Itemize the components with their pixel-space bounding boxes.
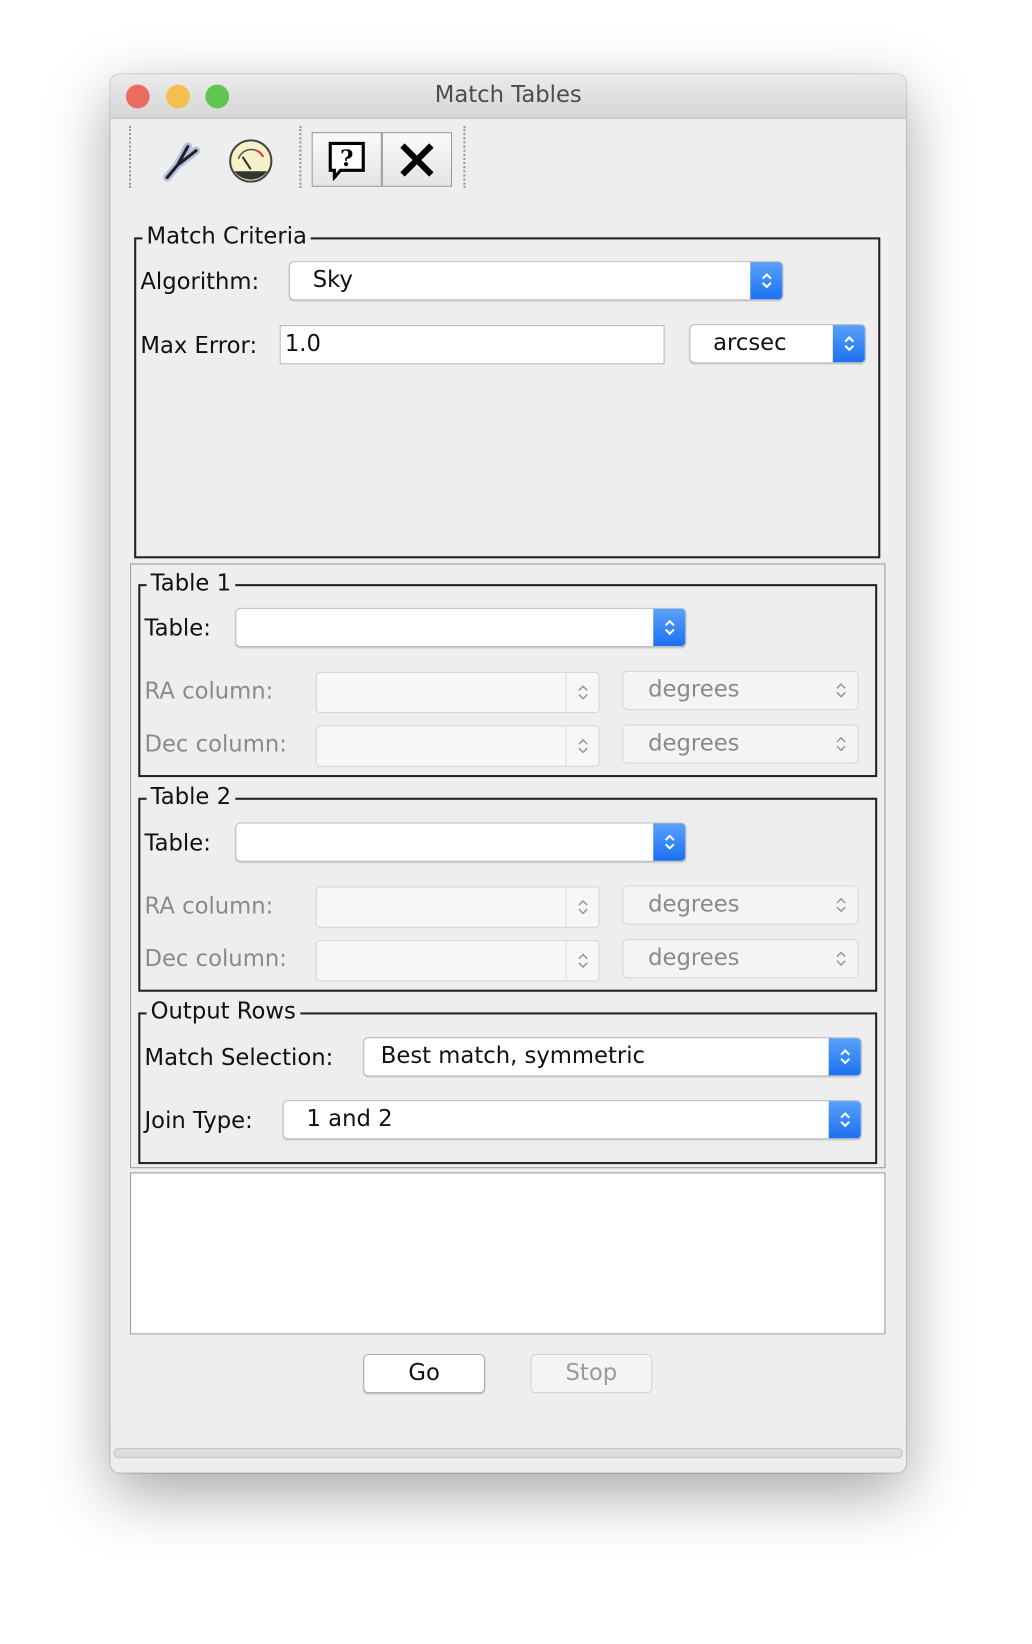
window-title: Match Tables <box>434 82 582 109</box>
chevron-updown-icon <box>828 1101 861 1139</box>
table1-group: Table 1 Table: RA column: degrees Dec co… <box>138 569 878 778</box>
table1-legend: Table 1 <box>146 569 236 599</box>
table1-ra-unit-select[interactable]: degrees <box>622 670 859 711</box>
stop-button[interactable]: Stop <box>530 1353 653 1394</box>
match-selection-value: Best match, symmetric <box>380 1043 646 1070</box>
toolbar-separator <box>129 125 132 188</box>
table2-select[interactable] <box>235 822 687 862</box>
table2-dec-column-select[interactable] <box>315 940 600 982</box>
chevron-updown-icon <box>829 725 854 762</box>
table2-group: Table 2 Table: RA column: degrees Dec co… <box>138 783 878 992</box>
output-rows-legend: Output Rows <box>146 997 300 1027</box>
unit-value: degrees <box>648 676 740 703</box>
match-selection-select[interactable]: Best match, symmetric <box>363 1037 862 1077</box>
match-tables-window: Match Tables ? Match Criteria Algorithm:… <box>110 74 907 1473</box>
algorithm-value: Sky <box>312 267 353 294</box>
table1-dec-column-select[interactable] <box>315 725 600 767</box>
chevron-updown-icon <box>653 608 686 647</box>
table1-table-label: Table: <box>144 616 211 642</box>
unit-value: degrees <box>648 891 740 918</box>
max-error-input[interactable]: 1.0 <box>279 325 665 365</box>
match-criteria-legend: Match Criteria <box>142 222 312 252</box>
algorithm-select[interactable]: Sky <box>288 261 784 301</box>
table1-select[interactable] <box>235 607 687 648</box>
chevron-updown-icon <box>829 672 854 709</box>
unit-value: arcsec <box>713 330 787 357</box>
help-button[interactable]: ? <box>311 132 382 187</box>
join-type-value: 1 and 2 <box>306 1106 393 1133</box>
log-area[interactable] <box>130 1172 886 1335</box>
chevron-updown-icon <box>829 886 854 923</box>
join-type-label: Join Type: <box>144 1108 253 1135</box>
table2-ra-column-select[interactable] <box>315 886 600 928</box>
chevron-updown-icon <box>828 1038 861 1076</box>
svg-text:?: ? <box>340 146 353 172</box>
close-button[interactable] <box>381 132 453 187</box>
close-icon <box>400 142 434 177</box>
unit-value: degrees <box>648 730 740 757</box>
gauge-icon[interactable] <box>228 138 273 183</box>
go-button[interactable]: Go <box>363 1353 486 1394</box>
table2-dec-label: Dec column: <box>144 946 287 973</box>
table2-table-label: Table: <box>144 830 211 857</box>
progress-bar <box>113 1447 903 1459</box>
chevron-updown-icon <box>832 325 865 363</box>
max-error-label: Max Error: <box>140 333 258 360</box>
chevron-updown-icon <box>750 262 783 300</box>
chevron-updown-icon <box>565 941 599 981</box>
chevron-updown-icon <box>565 887 599 927</box>
toolbar-separator <box>299 125 302 188</box>
match-selection-label: Match Selection: <box>144 1045 334 1072</box>
table2-dec-unit-select[interactable]: degrees <box>622 939 859 979</box>
table2-legend: Table 2 <box>146 783 236 813</box>
chevron-updown-icon <box>653 823 686 861</box>
table1-dec-label: Dec column: <box>144 731 287 758</box>
table1-ra-column-select[interactable] <box>315 671 600 714</box>
chevron-updown-icon <box>565 672 599 713</box>
table1-dec-unit-select[interactable]: degrees <box>622 724 859 764</box>
help-icon: ? <box>328 141 365 181</box>
tuning-fork-icon[interactable] <box>157 136 203 186</box>
table2-ra-unit-select[interactable]: degrees <box>622 885 859 925</box>
table1-ra-label: RA column: <box>144 679 274 705</box>
output-rows-group: Output Rows Match Selection: Best match,… <box>138 997 878 1165</box>
title-bar: Match Tables <box>110 74 907 119</box>
toolbar-separator <box>463 125 466 188</box>
chevron-updown-icon <box>829 940 854 977</box>
match-criteria-group: Match Criteria Algorithm: Sky Max Error:… <box>134 222 881 559</box>
table2-ra-label: RA column: <box>144 893 274 920</box>
join-type-select[interactable]: 1 and 2 <box>282 1100 862 1140</box>
algorithm-label: Algorithm: <box>140 269 260 296</box>
unit-value: degrees <box>648 945 740 972</box>
chevron-updown-icon <box>565 726 599 766</box>
max-error-unit-select[interactable]: arcsec <box>689 324 866 364</box>
